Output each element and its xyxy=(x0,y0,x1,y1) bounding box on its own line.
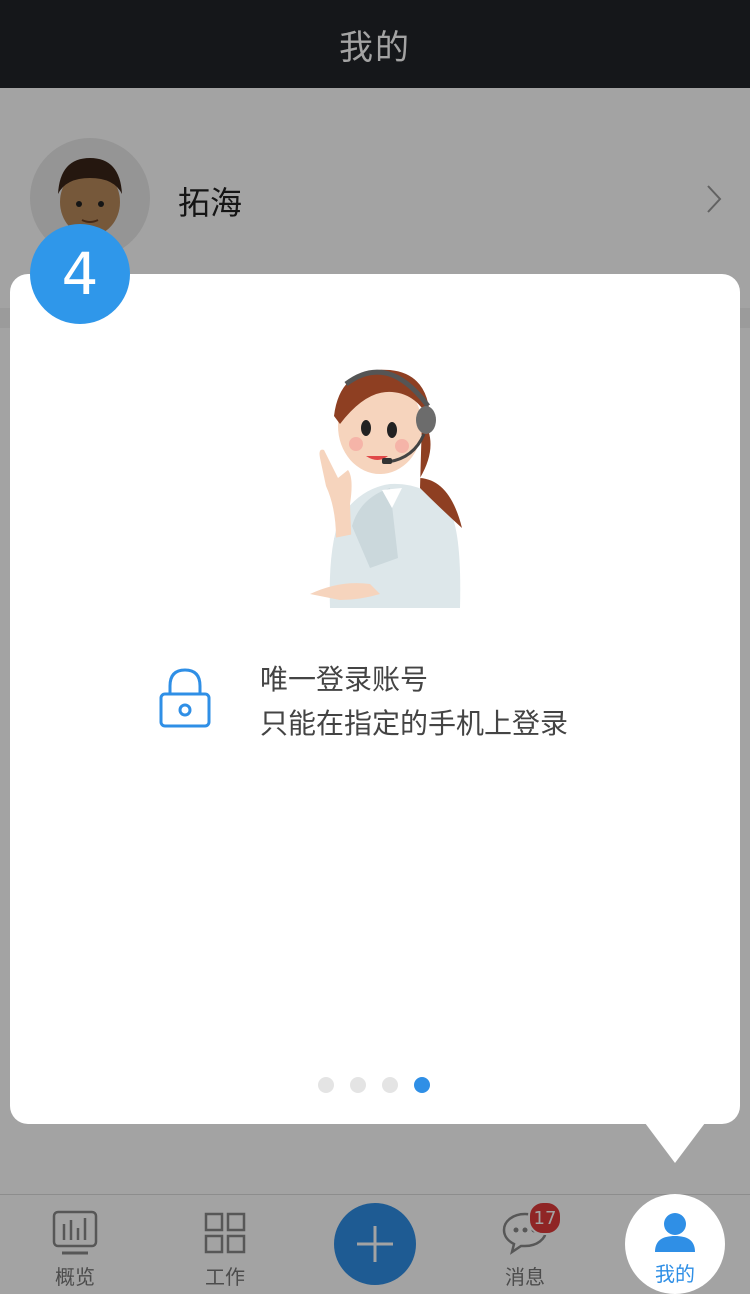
page-dot[interactable] xyxy=(350,1077,366,1093)
tab-me-label: 我的 xyxy=(655,1262,695,1286)
guide-card: 唯一登录账号 只能在指定的手机上登录 xyxy=(10,274,740,1124)
lock-icon xyxy=(159,668,211,728)
step-number-badge: 4 xyxy=(30,224,130,324)
feature-subtitle: 只能在指定的手机上登录 xyxy=(260,707,569,740)
customer-service-illustration xyxy=(310,369,462,608)
page-dot[interactable] xyxy=(382,1077,398,1093)
feature-title: 唯一登录账号 xyxy=(260,663,429,696)
tab-me-highlight[interactable]: 我的 xyxy=(625,1194,725,1294)
guide-pointer xyxy=(645,1123,705,1163)
page-dot[interactable] xyxy=(414,1077,430,1093)
page-dot[interactable] xyxy=(318,1077,334,1093)
page-indicator xyxy=(318,1077,430,1093)
person-icon xyxy=(653,1208,697,1256)
feature-description: 唯一登录账号 只能在指定的手机上登录 xyxy=(260,658,568,746)
